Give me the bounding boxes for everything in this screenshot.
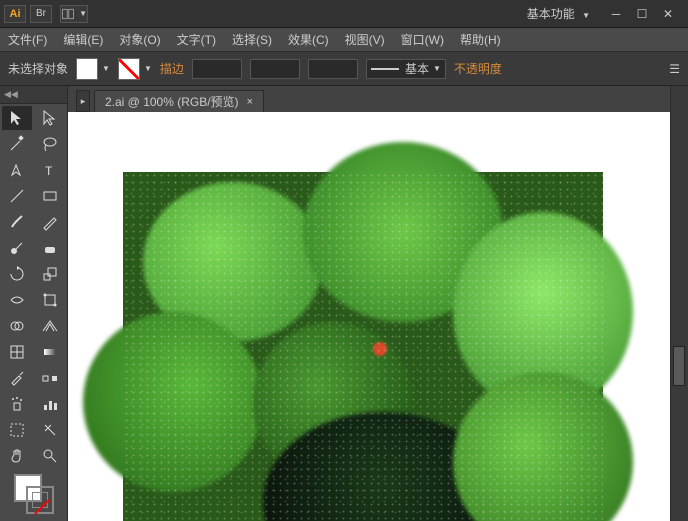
menu-select[interactable]: 选择(S) [224, 28, 280, 52]
gradient-tool[interactable] [35, 340, 65, 364]
menu-type[interactable]: 文字(T) [169, 28, 224, 52]
panel-options-icon[interactable]: ☰ [669, 62, 680, 76]
perspective-grid-tool[interactable] [35, 314, 65, 338]
chevron-down-icon: ▼ [79, 9, 87, 18]
workspace-label: 基本功能 [527, 7, 575, 21]
type-tool[interactable]: T [35, 158, 65, 182]
panel-collapse-icon[interactable]: ▸ [76, 90, 90, 112]
stroke-label[interactable]: 描边 [160, 60, 184, 77]
menu-edit[interactable]: 编辑(E) [55, 28, 111, 52]
free-transform-tool[interactable] [35, 288, 65, 312]
rectangle-tool[interactable] [35, 184, 65, 208]
close-tab-icon[interactable]: × [247, 96, 253, 108]
paintbrush-tool[interactable] [2, 210, 32, 234]
document-tab-title: 2.ai @ 100% (RGB/预览) [105, 93, 239, 110]
chevron-down-icon: ▼ [144, 64, 152, 73]
title-bar: Ai Br ▼ 基本功能 ▼ ─ ☐ ✕ [0, 0, 688, 28]
blend-tool[interactable] [35, 366, 65, 390]
chevron-down-icon: ▼ [433, 64, 441, 73]
maximize-button[interactable]: ☐ [634, 6, 650, 22]
tools-panel-collapse[interactable]: ◀◀ [0, 86, 67, 104]
menu-window[interactable]: 窗口(W) [393, 28, 452, 52]
direct-selection-tool[interactable] [35, 106, 65, 130]
scale-tool[interactable] [35, 262, 65, 286]
rotate-tool[interactable] [2, 262, 32, 286]
width-tool[interactable] [2, 288, 32, 312]
control-bar: 未选择对象 ▼ ▼ 描边 基本 ▼ 不透明度 ☰ [0, 52, 688, 86]
column-graph-tool[interactable] [35, 392, 65, 416]
fill-swatch-control[interactable]: ▼ [76, 58, 110, 80]
brush-dropdown[interactable] [308, 59, 358, 79]
chevron-down-icon: ▼ [582, 11, 590, 20]
document-tab[interactable]: 2.ai @ 100% (RGB/预览) × [94, 90, 264, 112]
menu-object[interactable]: 对象(O) [111, 28, 168, 52]
stroke-swatch-control[interactable]: ▼ [118, 58, 152, 80]
close-button[interactable]: ✕ [660, 6, 676, 22]
minimize-button[interactable]: ─ [608, 6, 624, 22]
svg-text:T: T [45, 164, 53, 178]
selection-status: 未选择对象 [8, 60, 68, 77]
selection-tool[interactable] [2, 106, 32, 130]
right-panel-dock [670, 86, 688, 521]
menu-bar: 文件(F) 编辑(E) 对象(O) 文字(T) 选择(S) 效果(C) 视图(V… [0, 28, 688, 52]
graphic-style-dropdown[interactable]: 基本 ▼ [366, 59, 446, 79]
app-icon: Ai [4, 5, 26, 23]
canvas[interactable] [68, 112, 688, 521]
document-area: ▸ 2.ai @ 100% (RGB/预览) × [68, 86, 688, 521]
layout-arrange-button[interactable]: ▼ [60, 5, 88, 23]
tools-panel: ◀◀ T [0, 86, 68, 521]
stroke-profile-dropdown[interactable] [250, 59, 300, 79]
pencil-tool[interactable] [35, 210, 65, 234]
bridge-icon[interactable]: Br [30, 5, 52, 23]
lasso-tool[interactable] [35, 132, 65, 156]
opacity-label[interactable]: 不透明度 [454, 60, 502, 77]
artboard-tool[interactable] [2, 418, 32, 442]
mesh-tool[interactable] [2, 340, 32, 364]
blob-brush-tool[interactable] [2, 236, 32, 260]
scrollbar-thumb[interactable] [673, 346, 685, 386]
stroke-weight-dropdown[interactable] [192, 59, 242, 79]
zoom-tool[interactable] [35, 444, 65, 468]
line-segment-tool[interactable] [2, 184, 32, 208]
magic-wand-tool[interactable] [2, 132, 32, 156]
fill-swatch[interactable] [76, 58, 98, 80]
eyedropper-tool[interactable] [2, 366, 32, 390]
hand-tool[interactable] [2, 444, 32, 468]
style-label: 基本 [405, 60, 429, 77]
symbol-sprayer-tool[interactable] [2, 392, 32, 416]
shape-builder-tool[interactable] [2, 314, 32, 338]
eraser-tool[interactable] [35, 236, 65, 260]
chevron-down-icon: ▼ [102, 64, 110, 73]
workspace-switcher[interactable]: 基本功能 ▼ [517, 5, 600, 22]
menu-effect[interactable]: 效果(C) [280, 28, 337, 52]
artwork-image [123, 172, 603, 521]
menu-help[interactable]: 帮助(H) [452, 28, 509, 52]
pen-tool[interactable] [2, 158, 32, 182]
fill-stroke-swatches[interactable] [14, 474, 54, 514]
slice-tool[interactable] [35, 418, 65, 442]
stroke-swatch-none[interactable] [118, 58, 140, 80]
document-tab-bar: ▸ 2.ai @ 100% (RGB/预览) × [68, 86, 688, 112]
menu-view[interactable]: 视图(V) [337, 28, 393, 52]
menu-file[interactable]: 文件(F) [0, 28, 55, 52]
